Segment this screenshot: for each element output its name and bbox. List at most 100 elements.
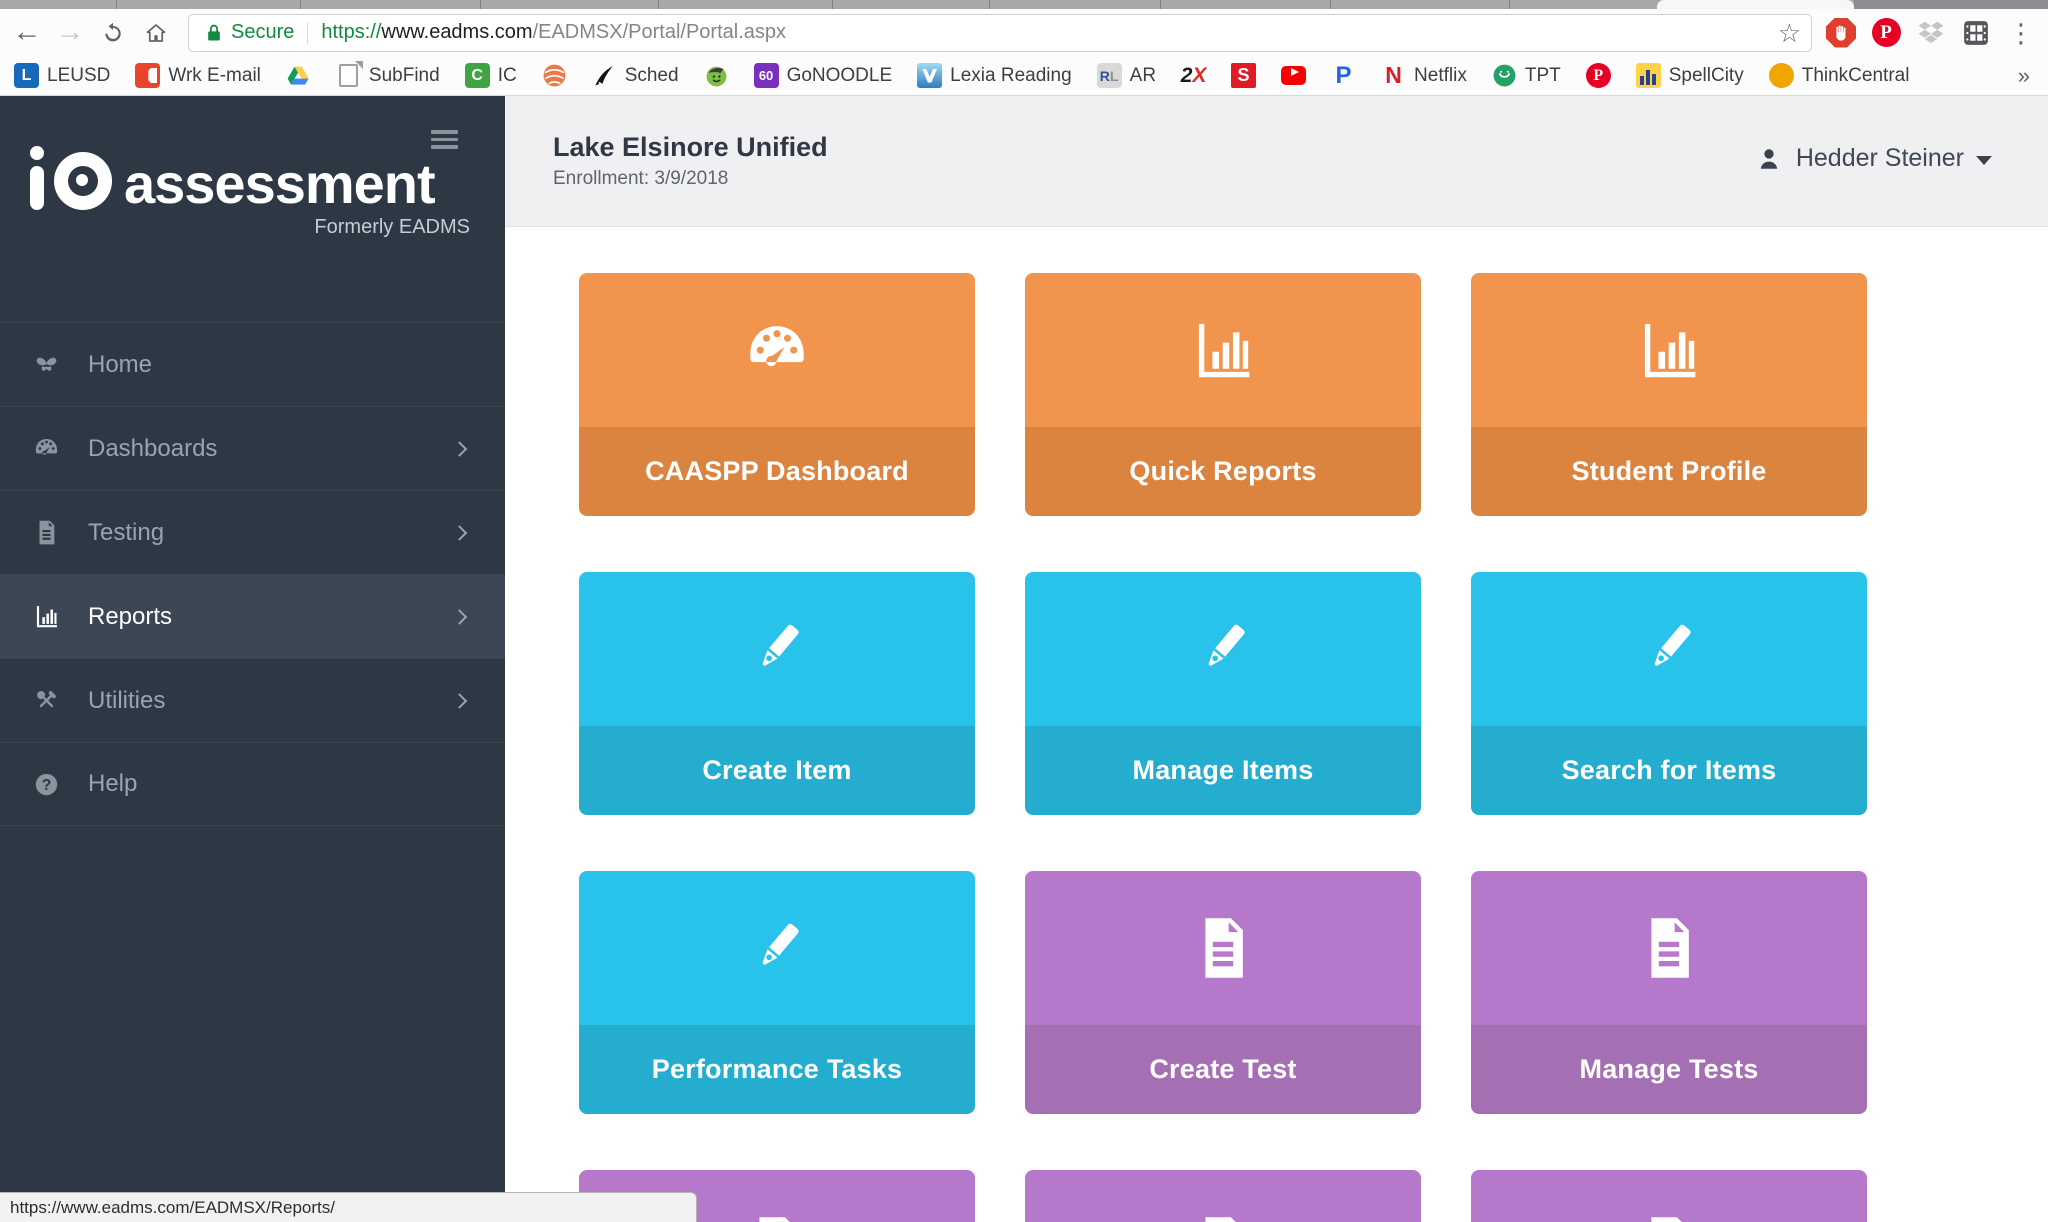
- file-icon: [1635, 914, 1703, 982]
- bookmark-swirl[interactable]: [542, 63, 567, 88]
- sidebar-item-utilities[interactable]: Utilities: [0, 658, 505, 742]
- tab-divider: [989, 0, 990, 9]
- tools-icon: [33, 687, 60, 714]
- forward-icon[interactable]: →: [53, 16, 87, 50]
- io-logo-mark: [30, 146, 116, 210]
- bookmark-thinkcentral[interactable]: ThinkCentral: [1769, 63, 1910, 88]
- netflix-favicon: N: [1381, 63, 1406, 88]
- dropbox-icon[interactable]: [1916, 18, 1946, 48]
- document-icon: [33, 519, 60, 546]
- tile-label: Student Profile: [1571, 456, 1766, 487]
- sidebar: assessment Formerly EADMS Home Dashboard…: [0, 96, 505, 1222]
- gauge-icon: [743, 316, 811, 384]
- tile-label: Create Test: [1149, 1054, 1296, 1085]
- tile-performance-tasks[interactable]: Performance Tasks: [579, 871, 975, 1114]
- video-library-icon[interactable]: [1961, 18, 1991, 48]
- tile-partial-2[interactable]: [1025, 1170, 1421, 1222]
- office-favicon: [135, 63, 160, 88]
- page-favicon: [339, 64, 358, 87]
- sidebar-item-reports[interactable]: Reports: [0, 574, 505, 658]
- adblock-icon[interactable]: [1826, 18, 1856, 48]
- bookmark-sched[interactable]: Sched: [592, 63, 679, 88]
- file-icon: [1189, 914, 1257, 982]
- browser-tab-strip: [0, 0, 2048, 9]
- user-menu[interactable]: Hedder Steiner: [1756, 144, 1992, 173]
- bookmarks-overflow-chevron[interactable]: »: [2018, 63, 2030, 89]
- tile-manage-tests[interactable]: Manage Tests: [1471, 871, 1867, 1114]
- bookmark-2x[interactable]: 2X: [1181, 63, 1206, 88]
- spellcity-favicon: [1636, 63, 1661, 88]
- bar-chart-icon: [1189, 316, 1257, 384]
- sidebar-item-help[interactable]: Help: [0, 742, 505, 826]
- leusd-favicon: L: [14, 63, 39, 88]
- bookmark-gonoodle-champ[interactable]: [704, 63, 729, 88]
- tile-create-item[interactable]: Create Item: [579, 572, 975, 815]
- bookmarks-bar: L LEUSD Wrk E-mail SubFind C IC Sched 60…: [0, 56, 2048, 96]
- active-tab[interactable]: [1657, 0, 1854, 9]
- tile-manage-items[interactable]: Manage Items: [1025, 572, 1421, 815]
- sidebar-item-testing[interactable]: Testing: [0, 490, 505, 574]
- bookmark-gonoodle[interactable]: 60 GoNOODLE: [754, 63, 893, 88]
- 2x-favicon: 2X: [1181, 63, 1206, 88]
- sidebar-item-home[interactable]: Home: [0, 322, 505, 406]
- url-divider: [307, 22, 308, 44]
- bookmark-spellcity[interactable]: SpellCity: [1636, 63, 1744, 88]
- bookmark-youtube[interactable]: [1281, 63, 1306, 88]
- enrollment-date: Enrollment: 3/9/2018: [553, 168, 828, 190]
- butterfly-icon: [33, 351, 60, 378]
- home-icon[interactable]: [139, 16, 173, 50]
- gauge-icon: [33, 435, 60, 462]
- pinterest-extension-icon[interactable]: P: [1871, 18, 1901, 48]
- bookmark-ar[interactable]: RL AR: [1097, 63, 1156, 88]
- tile-grid: CAASPP Dashboard Quick Reports Student P…: [579, 273, 2048, 1222]
- pencil-icon: [1635, 615, 1703, 683]
- tile-label: Search for Items: [1562, 755, 1777, 786]
- chevron-right-icon: [452, 609, 468, 625]
- bookmark-ic[interactable]: C IC: [465, 63, 517, 88]
- brand-tagline: Formerly EADMS: [30, 216, 470, 239]
- tile-label: CAASPP Dashboard: [645, 456, 909, 487]
- tile-partial-3[interactable]: [1471, 1170, 1867, 1222]
- tile-create-test[interactable]: Create Test: [1025, 871, 1421, 1114]
- status-url: https://www.eadms.com/EADMSX/Reports/: [10, 1198, 335, 1218]
- bar-chart-icon: [33, 603, 60, 630]
- bookmark-pandora[interactable]: P: [1331, 63, 1356, 88]
- gonoodle-favicon: 60: [754, 63, 779, 88]
- tpt-favicon: [1492, 63, 1517, 88]
- bookmark-star-icon[interactable]: ☆: [1778, 18, 1801, 49]
- bookmark-leusd[interactable]: L LEUSD: [14, 63, 110, 88]
- tile-label: Create Item: [702, 755, 851, 786]
- bookmark-google-drive[interactable]: [286, 63, 311, 88]
- app-logo: assessment Formerly EADMS: [30, 146, 470, 239]
- tile-label: Manage Tests: [1580, 1054, 1759, 1085]
- back-icon[interactable]: ←: [10, 16, 44, 50]
- thinkcentral-favicon: [1769, 63, 1794, 88]
- pandora-favicon: P: [1331, 63, 1356, 88]
- browser-menu-icon[interactable]: ⋮: [2006, 18, 2036, 48]
- tile-caaspp-dashboard[interactable]: CAASPP Dashboard: [579, 273, 975, 516]
- bookmark-scholastic[interactable]: S: [1231, 63, 1256, 88]
- reload-icon[interactable]: [96, 16, 130, 50]
- address-bar[interactable]: Secure https://www.eadms.com/EADMSX/Port…: [188, 14, 1812, 52]
- brand-name: assessment: [124, 157, 435, 210]
- tile-student-profile[interactable]: Student Profile: [1471, 273, 1867, 516]
- browser-toolbar: ← → Secure https://www.eadms.com/EADMSX/…: [0, 9, 2048, 56]
- rl-favicon: RL: [1097, 63, 1122, 88]
- bookmark-netflix[interactable]: N Netflix: [1381, 63, 1467, 88]
- tile-quick-reports[interactable]: Quick Reports: [1025, 273, 1421, 516]
- bookmark-lexia[interactable]: Lexia Reading: [917, 63, 1071, 88]
- tab-divider: [116, 0, 117, 9]
- page-title: Lake Elsinore Unified: [553, 132, 828, 163]
- pencil-icon: [1189, 615, 1257, 683]
- bookmark-subfind[interactable]: SubFind: [336, 63, 440, 88]
- file-icon: [1635, 1213, 1703, 1222]
- tile-search-for-items[interactable]: Search for Items: [1471, 572, 1867, 815]
- bookmark-tpt[interactable]: TPT: [1492, 63, 1561, 88]
- tab-divider: [1160, 0, 1161, 9]
- champ-favicon: [704, 63, 729, 88]
- bookmark-wrk-email[interactable]: Wrk E-mail: [135, 63, 261, 88]
- bookmark-pinterest[interactable]: P: [1586, 63, 1611, 88]
- status-bar: https://www.eadms.com/EADMSX/Reports/: [0, 1192, 697, 1222]
- sidebar-item-dashboards[interactable]: Dashboards: [0, 406, 505, 490]
- tab-divider: [832, 0, 833, 9]
